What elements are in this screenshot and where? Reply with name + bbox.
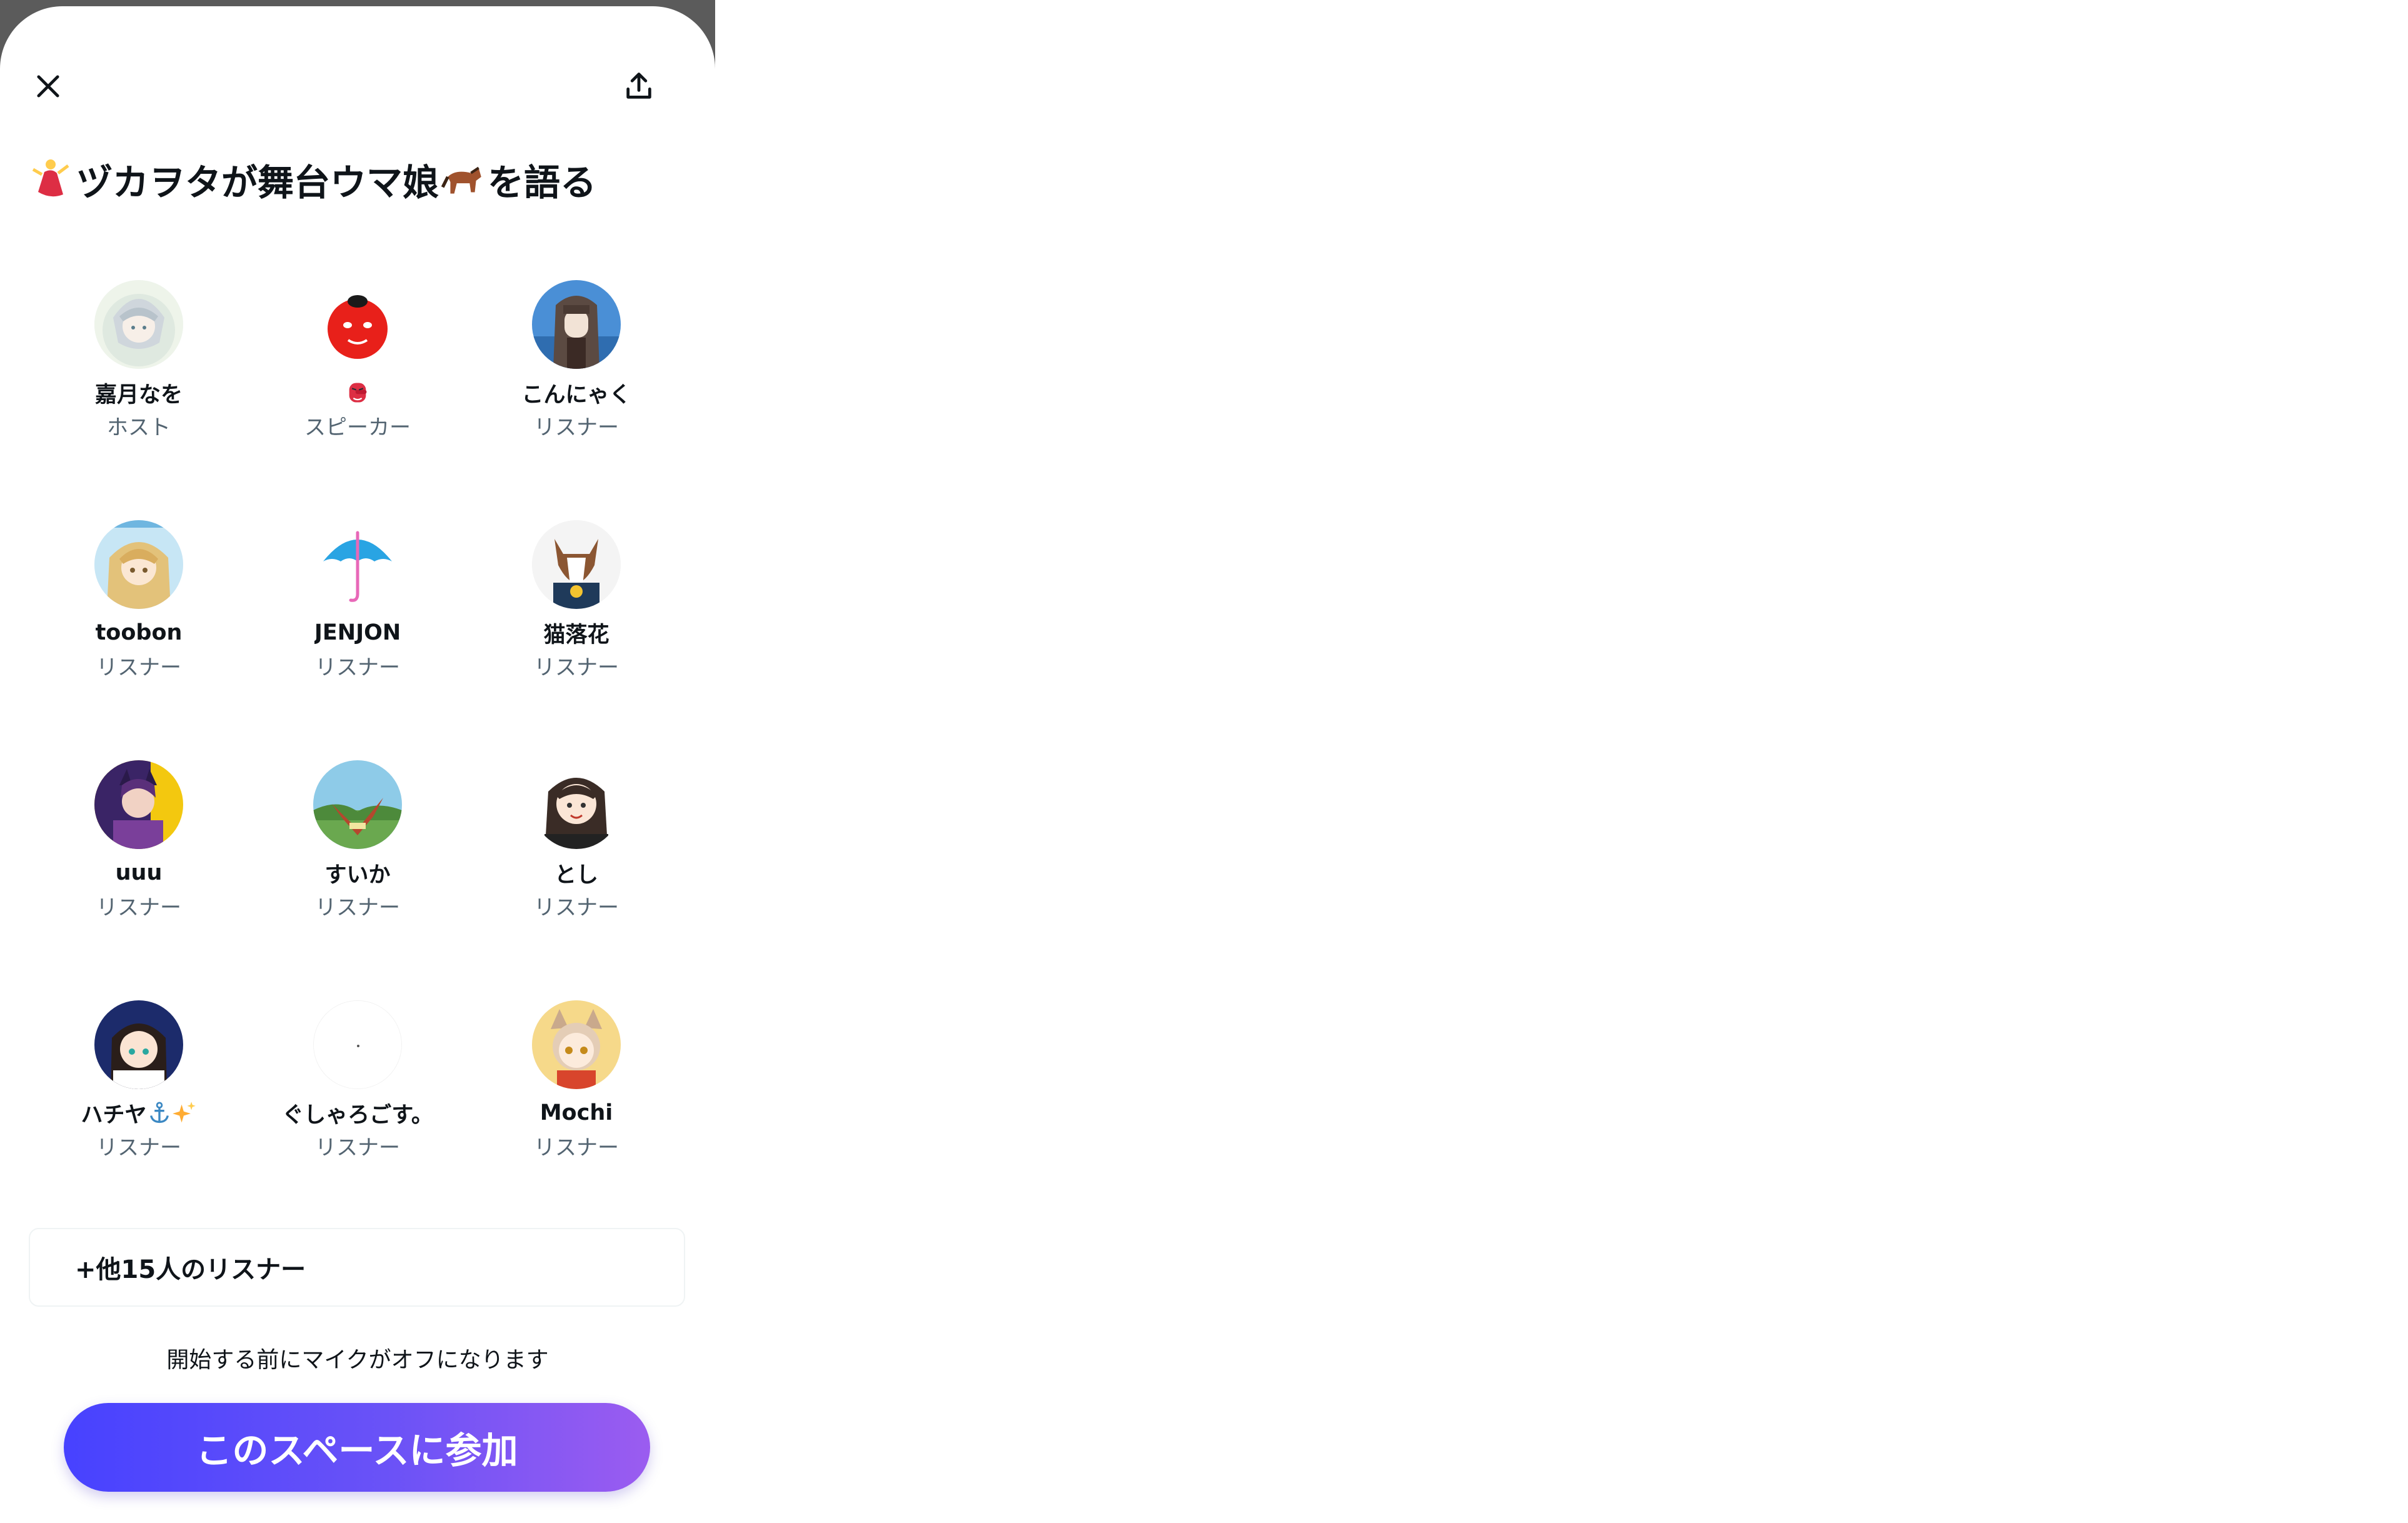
participant-name: とし [554, 862, 598, 888]
participant-name: こんにゃく [521, 382, 631, 408]
share-upload-icon [626, 73, 651, 99]
participant[interactable]: JENJON リスナー [248, 520, 467, 760]
dancer-emoji [28, 155, 76, 204]
horse-emoji [439, 155, 488, 204]
participant[interactable]: ぐしゃろごす。 リスナー [248, 1000, 467, 1240]
participant[interactable]: 猫落花 リスナー [467, 520, 686, 760]
participant-role: リスナー [315, 655, 400, 680]
participant-name: Mochi [539, 1100, 613, 1125]
participant-name: 猫落花 [543, 622, 610, 648]
more-listeners-label: +他15人のリスナー [75, 1255, 306, 1284]
avatar [313, 760, 402, 849]
participant[interactable]: toobon リスナー [29, 520, 248, 760]
participant-role: リスナー [534, 1135, 619, 1160]
participant[interactable]: スピーカー [248, 280, 467, 520]
participant-name [345, 378, 370, 408]
participant-role: リスナー [315, 895, 400, 920]
participant-role: リスナー [96, 655, 181, 680]
mic-off-notice: 開始する前にマイクがオフになります [166, 1347, 549, 1373]
participant-role: リスナー [96, 895, 181, 920]
avatar [94, 760, 183, 849]
participant-name-text: ハチヤ [81, 1102, 147, 1128]
avatar [532, 280, 621, 369]
space-title-suffix: を語る [488, 161, 597, 204]
participant-name: toobon [95, 620, 183, 645]
join-space-button[interactable]: このスペースに参加 [64, 1403, 650, 1492]
space-title-main: ヅカヲタが舞台ウマ娘 [76, 161, 439, 204]
participant[interactable]: すいか リスナー [248, 760, 467, 1000]
avatar [94, 1000, 183, 1089]
tengu-mask-emoji [349, 383, 367, 403]
participant-role: リスナー [315, 1135, 400, 1160]
avatar [94, 520, 183, 609]
share-button[interactable] [611, 58, 667, 114]
avatar [532, 760, 621, 849]
participant-role: リスナー [96, 1135, 181, 1160]
space-title: ヅカヲタが舞台ウマ娘 を語る [28, 151, 596, 208]
participant-name: すいか [324, 862, 391, 888]
avatar [313, 280, 402, 369]
participant-role: ホスト [107, 415, 171, 440]
sparkles-emoji [172, 1102, 196, 1123]
participant-role: リスナー [534, 415, 619, 440]
participant-role: リスナー [534, 895, 619, 920]
close-button[interactable] [20, 58, 76, 114]
participant-role: リスナー [534, 655, 619, 680]
avatar [532, 1000, 621, 1089]
join-space-label: このスペースに参加 [196, 1429, 518, 1472]
avatar [532, 520, 621, 609]
participant-name: 嘉月なを [94, 382, 183, 408]
participant[interactable]: ハチヤ リスナー [29, 1000, 248, 1240]
participant-name: ぐしゃろごす。 [282, 1102, 433, 1128]
avatar [94, 280, 183, 369]
more-listeners-button[interactable]: +他15人のリスナー [29, 1228, 685, 1307]
space-details-sheet: ヅカヲタが舞台ウマ娘 を語る 嘉月なを ホスト スピーカー こんにゃく リスナー… [0, 6, 715, 1523]
avatar [313, 520, 402, 609]
participant-name: uuu [115, 860, 163, 885]
participant-role: スピーカー [304, 415, 411, 440]
close-icon [37, 75, 59, 98]
participant-name: ハチヤ [81, 1098, 196, 1128]
participant[interactable]: uuu リスナー [29, 760, 248, 1000]
participant[interactable]: とし リスナー [467, 760, 686, 1000]
participant[interactable]: こんにゃく リスナー [467, 280, 686, 520]
anchor-emoji [149, 1102, 169, 1123]
participant[interactable]: Mochi リスナー [467, 1000, 686, 1240]
participants-grid: 嘉月なを ホスト スピーカー こんにゃく リスナー toobon リスナー JE… [0, 280, 715, 1240]
participant[interactable]: 嘉月なを ホスト [29, 280, 248, 520]
participant-name: JENJON [314, 620, 401, 645]
avatar [313, 1000, 402, 1089]
